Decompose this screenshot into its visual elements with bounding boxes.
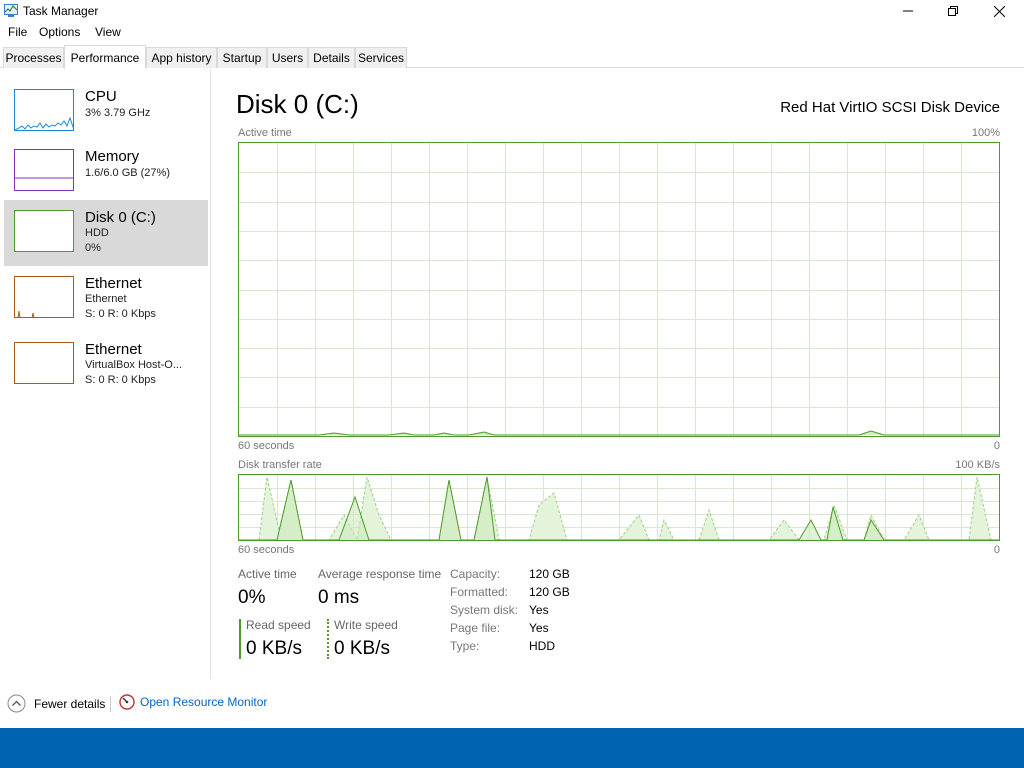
sidebar-disk-usage: 0% (85, 242, 101, 254)
open-resource-monitor-label: Open Resource Monitor (140, 695, 268, 709)
tab-users[interactable]: Users (267, 47, 308, 68)
formatted-value: 120 GB (529, 585, 570, 599)
sidebar-ethernet-name: Ethernet (85, 293, 127, 305)
device-name: Red Hat VirtIO SCSI Disk Device (780, 99, 1000, 116)
footer-divider (110, 696, 111, 712)
disk-detail-panel: Disk 0 (C:) Red Hat VirtIO SCSI Disk Dev… (212, 69, 1024, 679)
task-manager-icon (4, 4, 18, 17)
menu-options[interactable]: Options (39, 25, 80, 39)
page-title: Disk 0 (C:) (236, 89, 359, 119)
sidebar-disk-title: Disk 0 (C:) (85, 209, 156, 226)
close-icon (993, 5, 1005, 17)
active-time-value: 0% (238, 587, 266, 608)
menu-file[interactable]: File (8, 25, 27, 39)
system-disk-value: Yes (529, 603, 549, 617)
active-time-graph-timespan: 60 seconds (238, 440, 295, 452)
chevron-up-icon (7, 694, 26, 713)
tab-strip: Processes Performance App history Startu… (0, 45, 1024, 69)
transfer-rate-graph-timespan: 60 seconds (238, 544, 295, 556)
window-title: Task Manager (23, 4, 99, 18)
fewer-details-button[interactable]: Fewer details (7, 694, 105, 713)
restore-icon (948, 6, 958, 16)
sidebar-item-ethernet-virtualbox[interactable]: Ethernet VirtualBox Host-O... S: 0 R: 0 … (4, 332, 208, 398)
footer-bar: Fewer details Open Resource Monitor (0, 690, 1024, 718)
tab-performance[interactable]: Performance (64, 45, 146, 69)
minimize-button[interactable] (885, 0, 931, 22)
write-speed-indicator (327, 619, 329, 659)
transfer-rate-graph-max: 100 KB/s (955, 459, 1000, 471)
read-speed-label: Read speed (246, 618, 311, 632)
page-file-value: Yes (529, 621, 549, 635)
transfer-rate-chart (239, 475, 999, 542)
transfer-rate-graph-min: 0 (993, 544, 1000, 556)
capacity-label: Capacity: (450, 567, 501, 581)
transfer-rate-graph-label: Disk transfer rate (238, 459, 322, 471)
sidebar-ethernet-title: Ethernet (85, 275, 142, 292)
sidebar-item-memory[interactable]: Memory 1.6/6.0 GB (27%) (4, 139, 208, 205)
transfer-rate-graph (238, 474, 1000, 542)
minimize-icon (903, 10, 913, 12)
tab-app-history[interactable]: App history (146, 47, 217, 68)
close-button[interactable] (976, 0, 1022, 22)
tab-details[interactable]: Details (308, 47, 355, 68)
resource-monitor-icon (119, 694, 135, 710)
sidebar-item-cpu[interactable]: CPU 3% 3.79 GHz (4, 79, 208, 145)
sidebar-item-disk0[interactable]: Disk 0 (C:) HDD 0% (4, 200, 208, 266)
ethernet2-thumbnail-graph (14, 342, 74, 384)
write-speed-label: Write speed (334, 618, 398, 632)
read-speed-indicator (239, 619, 241, 659)
taskbar (0, 728, 1024, 768)
formatted-label: Formatted: (450, 585, 509, 599)
title-bar: Task Manager (0, 0, 1024, 22)
page-file-label: Page file: (450, 621, 501, 635)
active-time-graph-min: 0 (993, 440, 1000, 452)
active-time-chart (239, 143, 999, 436)
disk-thumbnail-graph (14, 210, 74, 252)
sidebar-ethernet2-name: VirtualBox Host-O... (85, 359, 182, 371)
avg-response-label: Average response time (318, 567, 442, 581)
active-time-graph-max: 100% (971, 127, 1000, 139)
sidebar-ethernet2-title: Ethernet (85, 341, 142, 358)
active-time-label: Active time (238, 567, 297, 581)
cpu-sparkline (15, 116, 73, 130)
open-resource-monitor-link[interactable]: Open Resource Monitor (119, 694, 267, 710)
type-label: Type: (450, 639, 480, 653)
active-time-graph (238, 142, 1000, 437)
sidebar-item-ethernet[interactable]: Ethernet Ethernet S: 0 R: 0 Kbps (4, 266, 208, 332)
system-disk-label: System disk: (450, 603, 519, 617)
write-speed-value: 0 KB/s (334, 638, 390, 659)
sidebar-ethernet-rate: S: 0 R: 0 Kbps (85, 308, 156, 320)
menu-view[interactable]: View (95, 25, 121, 39)
active-time-graph-label: Active time (238, 127, 292, 139)
memory-thumbnail-graph (14, 149, 74, 191)
tab-services[interactable]: Services (355, 47, 407, 68)
sidebar-cpu-usage: 3% 3.79 GHz (85, 107, 151, 119)
sidebar-ethernet2-rate: S: 0 R: 0 Kbps (85, 374, 156, 386)
avg-response-value: 0 ms (318, 587, 360, 608)
fewer-details-label: Fewer details (34, 696, 106, 711)
memory-sparkline (15, 177, 73, 179)
tab-processes[interactable]: Processes (3, 47, 64, 68)
sidebar-disk-type: HDD (85, 227, 109, 239)
sidebar-memory-title: Memory (85, 148, 140, 165)
ethernet-sparkline (17, 310, 35, 317)
cpu-thumbnail-graph (14, 89, 74, 131)
type-value: HDD (529, 639, 555, 653)
capacity-value: 120 GB (529, 567, 570, 581)
read-speed-value: 0 KB/s (246, 638, 302, 659)
ethernet-thumbnail-graph (14, 276, 74, 318)
performance-sidebar: CPU 3% 3.79 GHz Memory 1.6/6.0 GB (27%) … (0, 69, 211, 679)
restore-button[interactable] (930, 0, 976, 22)
sidebar-memory-usage: 1.6/6.0 GB (27%) (85, 167, 170, 179)
sidebar-cpu-title: CPU (85, 88, 117, 105)
tab-startup[interactable]: Startup (217, 47, 267, 68)
